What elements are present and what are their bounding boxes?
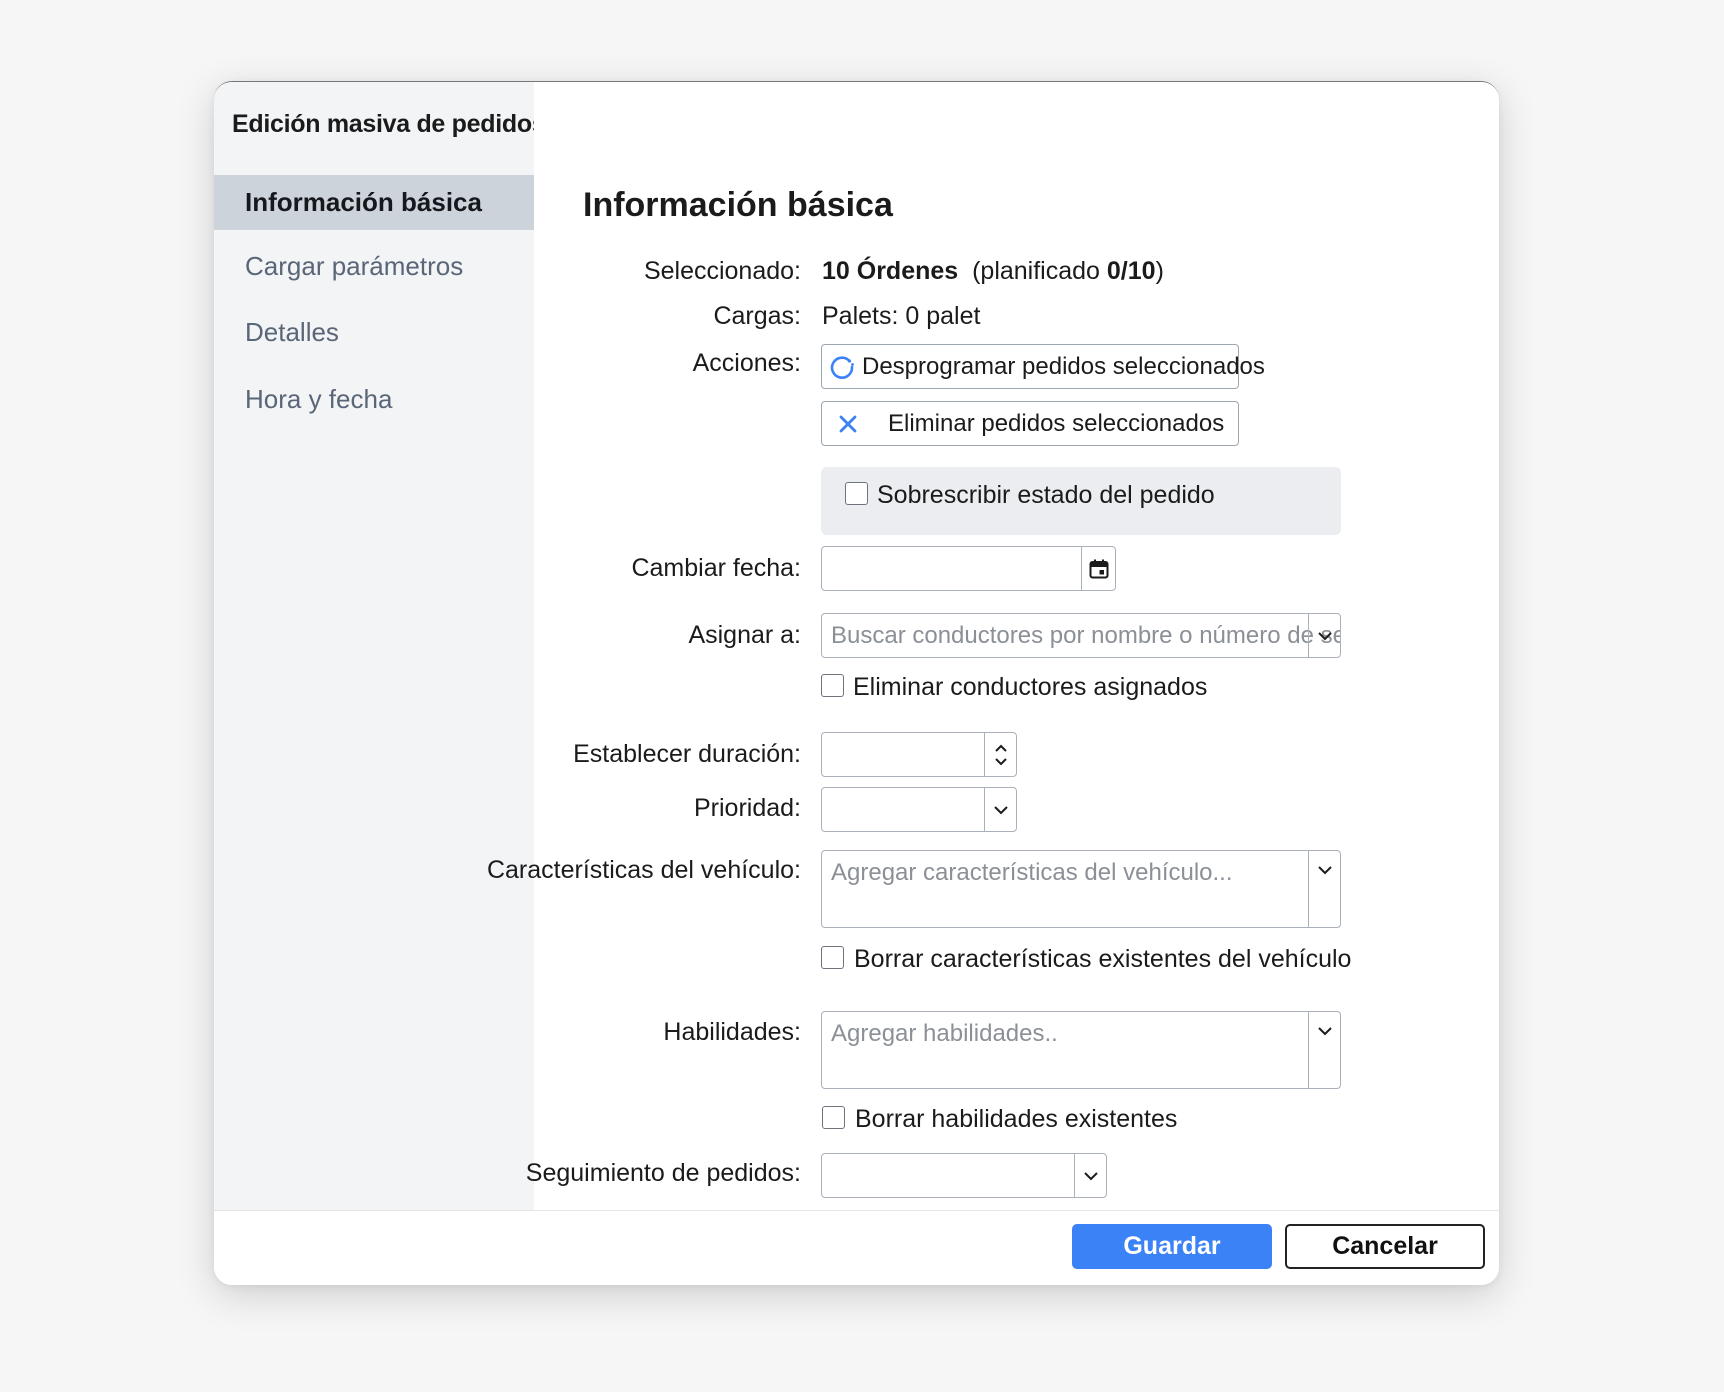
stepper-icon[interactable] xyxy=(984,733,1016,776)
override-status-checkbox[interactable] xyxy=(845,482,868,505)
delete-button[interactable]: Eliminar pedidos seleccionados xyxy=(821,401,1239,446)
dialog-footer: Guardar Cancelar xyxy=(214,1210,1499,1285)
tracking-select[interactable] xyxy=(821,1153,1107,1198)
selected-count: 10 Órdenes xyxy=(822,257,959,285)
save-button[interactable]: Guardar xyxy=(1072,1224,1272,1269)
actions-label: Acciones: xyxy=(692,349,801,377)
skills-label: Habilidades: xyxy=(663,1018,801,1046)
selected-value: 10 Órdenes (planificado 0/10) xyxy=(822,257,1164,286)
unschedule-button-label: Desprogramar pedidos seleccionados xyxy=(862,352,1265,380)
dialog-title: Edición masiva de pedidos xyxy=(232,110,546,138)
priority-label: Prioridad: xyxy=(694,794,801,822)
driver-search-placeholder: Buscar conductores por nombre o número d… xyxy=(831,622,1341,649)
cancel-button[interactable]: Cancelar xyxy=(1285,1224,1485,1269)
chevron-down-icon[interactable] xyxy=(984,788,1016,831)
sidebar-item-time-date[interactable]: Hora y fecha xyxy=(214,372,534,427)
vehicle-features-label: Características del vehículo: xyxy=(486,856,801,884)
loads-value: Palets: 0 palet xyxy=(822,302,981,330)
selected-label: Seleccionado: xyxy=(643,257,801,285)
chevron-down-icon[interactable] xyxy=(1308,614,1340,657)
chevron-down-icon[interactable] xyxy=(1308,851,1340,927)
delete-button-label: Eliminar pedidos seleccionados xyxy=(888,409,1225,437)
loads-label: Cargas: xyxy=(713,302,801,330)
change-date-input[interactable] xyxy=(821,546,1116,591)
clear-vehicle-features-checkbox[interactable] xyxy=(821,946,844,969)
bulk-edit-dialog: Edición masiva de pedidos Información bá… xyxy=(214,81,1499,1285)
clear-skills-checkbox[interactable] xyxy=(822,1106,845,1129)
section-title: Información básica xyxy=(583,186,893,224)
priority-select[interactable] xyxy=(821,787,1017,832)
planned-value: 0/10 xyxy=(1106,257,1156,285)
remove-drivers-label: Eliminar conductores asignados xyxy=(853,673,1208,701)
sidebar-item-details[interactable]: Detalles xyxy=(214,305,534,360)
calendar-icon[interactable] xyxy=(1081,547,1115,590)
remove-drivers-checkbox[interactable] xyxy=(821,674,844,697)
vehicle-features-input[interactable]: Agregar características del vehículo... xyxy=(821,850,1341,928)
close-icon xyxy=(828,413,868,435)
sidebar-item-load-parameters[interactable]: Cargar parámetros xyxy=(214,239,534,294)
chevron-down-icon[interactable] xyxy=(1074,1154,1106,1197)
tracking-label: Seguimiento de pedidos: xyxy=(525,1159,801,1187)
change-date-label: Cambiar fecha: xyxy=(631,554,801,582)
duration-input[interactable] xyxy=(821,732,1017,777)
vehicle-features-placeholder: Agregar características del vehículo... xyxy=(831,859,1233,886)
chevron-down-icon[interactable] xyxy=(1308,1012,1340,1088)
planned-prefix: (planificado xyxy=(972,257,1100,285)
clear-vehicle-features-label: Borrar características existentes del ve… xyxy=(854,945,1352,973)
duration-label: Establecer duración: xyxy=(573,740,801,768)
sidebar-item-basic-info[interactable]: Información básica xyxy=(214,175,534,230)
skills-input[interactable]: Agregar habilidades.. xyxy=(821,1011,1341,1089)
sidebar: Edición masiva de pedidos Información bá… xyxy=(214,82,546,1210)
driver-search-input[interactable]: Buscar conductores por nombre o número d… xyxy=(821,613,1341,658)
refresh-icon xyxy=(828,353,856,381)
skills-placeholder: Agregar habilidades.. xyxy=(831,1020,1058,1047)
override-status-label: Sobrescribir estado del pedido xyxy=(877,481,1215,509)
clear-skills-label: Borrar habilidades existentes xyxy=(855,1105,1178,1133)
planned-suffix: ) xyxy=(1155,257,1164,285)
assign-label: Asignar a: xyxy=(688,621,801,649)
unschedule-button[interactable]: Desprogramar pedidos seleccionados xyxy=(821,344,1265,389)
